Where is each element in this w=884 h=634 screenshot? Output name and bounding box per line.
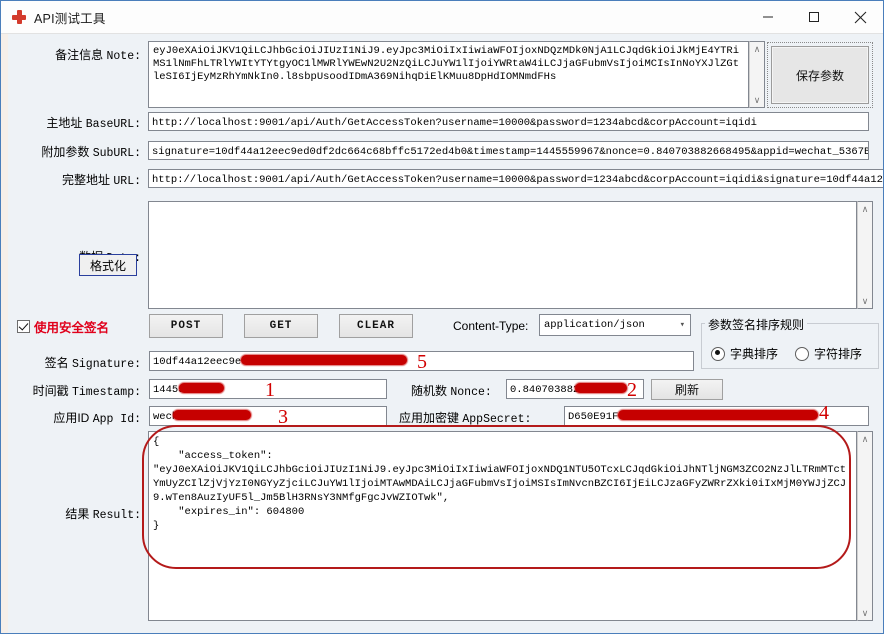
nonce-label-en: Nonce: xyxy=(450,386,492,399)
signature-label: 签名 Signature: xyxy=(31,354,141,371)
scroll-up-arrow[interactable]: ∧ xyxy=(862,202,869,216)
radio-dictionary-sort-label: 字典排序 xyxy=(730,347,779,361)
scroll-up-arrow[interactable]: ∧ xyxy=(754,42,761,56)
scroll-up-arrow[interactable]: ∧ xyxy=(862,432,869,446)
full-url-label-cn: 完整地址 xyxy=(62,173,111,187)
content-type-select[interactable]: application/json ▾ xyxy=(539,314,691,336)
data-textarea[interactable] xyxy=(148,201,857,309)
radio-button-off[interactable] xyxy=(795,346,809,361)
refresh-button[interactable]: 刷新 xyxy=(651,379,723,400)
radio-button-on[interactable] xyxy=(711,346,725,361)
app-secret-label-cn: 应用加密键 xyxy=(399,411,460,425)
content-type-label: Content-Type: xyxy=(453,319,529,333)
secure-sign-label: 使用安全签名 xyxy=(34,321,110,335)
sub-url-label: 附加参数 SubURL: xyxy=(21,143,141,160)
app-id-redaction-bar xyxy=(173,410,251,420)
timestamp-redaction-bar xyxy=(179,383,224,393)
chevron-down-icon[interactable]: ▾ xyxy=(680,320,685,330)
full-url-label-en: URL: xyxy=(113,175,141,188)
sub-url-label-en: SubURL: xyxy=(92,147,141,160)
content-type-value: application/json xyxy=(544,319,645,331)
nonce-label: 随机数 Nonce: xyxy=(411,382,521,399)
result-label-cn: 结果 xyxy=(65,507,90,521)
result-textarea[interactable]: { "access_token": "eyJ0eXAiOiJKV1QiLCJhb… xyxy=(148,431,857,621)
api-test-tool-window: API测试工具 备注信息 Note: eyJ0eXAiOiJKV1QiLCJhb… xyxy=(0,0,884,634)
save-params-button[interactable]: 保存参数 xyxy=(771,46,869,104)
result-scrollbar[interactable]: ∧ ∨ xyxy=(857,431,873,621)
annotation-number-2: 2 xyxy=(627,379,637,401)
app-secret-label-en: AppSecret: xyxy=(462,413,532,426)
window-title: API测试工具 xyxy=(34,11,106,26)
minimize-button[interactable] xyxy=(745,1,791,33)
full-url-label: 完整地址 URL: xyxy=(31,171,141,188)
left-accent-strip xyxy=(1,34,8,633)
timestamp-label-en: Timestamp: xyxy=(71,386,141,399)
note-scrollbar[interactable]: ∧ ∨ xyxy=(749,41,765,108)
base-url-label: 主地址 BaseURL: xyxy=(31,114,141,131)
note-label-en: Note: xyxy=(106,50,141,63)
window-titlebar: API测试工具 xyxy=(1,1,883,34)
app-secret-label: 应用加密键 AppSecret: xyxy=(399,409,532,426)
data-scrollbar[interactable]: ∧ ∨ xyxy=(857,201,873,309)
format-button[interactable]: 格式化 xyxy=(79,254,137,276)
app-id-label-en: App Id: xyxy=(92,413,141,426)
base-url-label-en: BaseURL: xyxy=(85,118,141,131)
annotation-number-5: 5 xyxy=(417,351,427,373)
timestamp-label-cn: 时间戳 xyxy=(32,384,69,398)
result-label: 结果 Result: xyxy=(41,505,141,522)
get-button[interactable]: GET xyxy=(244,314,318,338)
base-url-label-cn: 主地址 xyxy=(46,116,83,130)
signature-label-cn: 签名 xyxy=(44,356,69,370)
annotation-number-1: 1 xyxy=(265,379,275,401)
checkbox-box[interactable] xyxy=(17,320,30,333)
annotation-number-3: 3 xyxy=(278,406,288,428)
radio-character-sort-label: 字符排序 xyxy=(814,347,863,361)
scroll-down-arrow[interactable]: ∨ xyxy=(754,93,761,107)
annotation-number-4: 4 xyxy=(819,402,829,424)
note-label-cn: 备注信息 xyxy=(55,48,104,62)
red-cross-icon xyxy=(11,9,27,25)
window-controls xyxy=(745,1,883,33)
radio-character-sort[interactable]: 字符排序 xyxy=(795,345,862,362)
secure-sign-checkbox[interactable]: 使用安全签名 xyxy=(17,317,109,336)
base-url-input[interactable]: http://localhost:9001/api/Auth/GetAccess… xyxy=(148,112,869,131)
full-url-input[interactable]: http://localhost:9001/api/Auth/GetAccess… xyxy=(148,169,883,188)
sub-url-input[interactable]: signature=10df44a12eec9ed0df2dc664c68bff… xyxy=(148,141,869,160)
post-button[interactable]: POST xyxy=(149,314,223,338)
note-textarea[interactable]: eyJ0eXAiOiJKV1QiLCJhbGciOiJIUzI1NiJ9.eyJ… xyxy=(148,41,749,108)
nonce-label-cn: 随机数 xyxy=(411,384,448,398)
signature-redaction-bar xyxy=(241,355,407,365)
scroll-down-arrow[interactable]: ∨ xyxy=(862,606,869,620)
note-label: 备注信息 Note: xyxy=(31,46,141,63)
sort-rule-title: 参数签名排序规则 xyxy=(705,316,808,333)
radio-dictionary-sort[interactable]: 字典排序 xyxy=(711,345,778,362)
close-button[interactable] xyxy=(837,1,883,33)
scroll-down-arrow[interactable]: ∨ xyxy=(862,294,869,308)
timestamp-label: 时间戳 Timestamp: xyxy=(21,382,141,399)
nonce-redaction-bar xyxy=(575,383,627,393)
signature-label-en: Signature: xyxy=(71,358,141,371)
result-label-en: Result: xyxy=(92,509,141,522)
app-id-label: 应用ID App Id: xyxy=(31,409,141,426)
app-id-label-cn: 应用ID xyxy=(53,411,90,425)
sub-url-label-cn: 附加参数 xyxy=(41,145,90,159)
clear-button[interactable]: CLEAR xyxy=(339,314,413,338)
app-secret-redaction-bar xyxy=(618,410,818,420)
maximize-button[interactable] xyxy=(791,1,837,33)
